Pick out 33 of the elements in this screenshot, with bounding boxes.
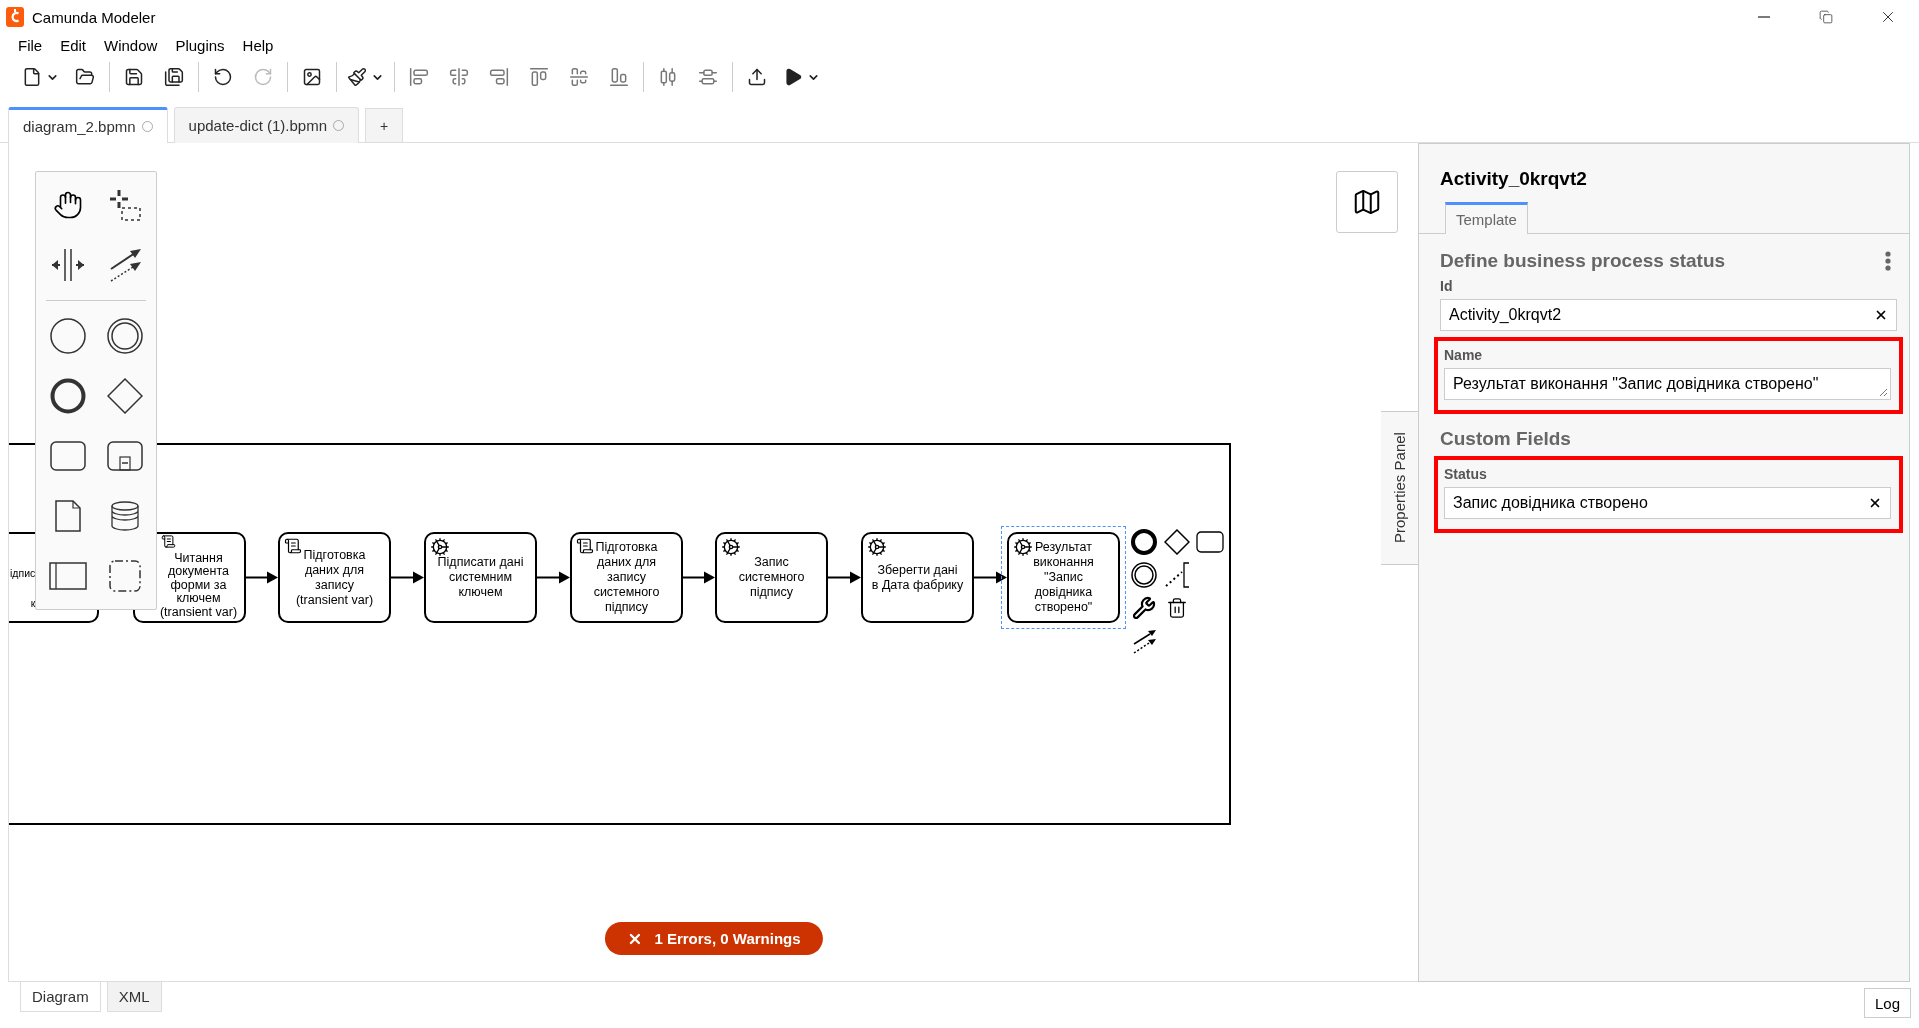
section-heading: Custom Fields	[1439, 427, 1572, 450]
field-label: Status	[1444, 466, 1488, 482]
task-label: ідпис к	[10, 566, 36, 611]
lint-errors-badge[interactable]: 1 Errors, 0 Warnings	[604, 922, 823, 955]
group-title: Define business process status	[1440, 250, 1726, 272]
file-tab[interactable]: update-dict (1).bpmn	[173, 107, 359, 143]
view-tab[interactable]: Diagram	[20, 982, 101, 1012]
field-label: Id	[1440, 278, 1454, 294]
file-tab[interactable]: diagram_2.bpmn	[8, 107, 168, 143]
task-label: Запис системного підпису	[737, 555, 806, 600]
task-label: Підготовка даних для запису (transient var)	[294, 547, 375, 608]
view-tab[interactable]: XML	[106, 982, 162, 1012]
new-tab-button[interactable]: +	[365, 108, 403, 142]
task-label: Читання документа форми за ключем (transient var)	[158, 551, 239, 620]
text-area[interactable]: Результат виконання "Запис довідника створено"	[1444, 368, 1891, 400]
element-id-title: Activity_0krqvt2	[1439, 167, 1588, 191]
input-field[interactable]: Activity_0krqvt2	[1440, 299, 1897, 331]
task-label: Підготовка даних для запису системного підпису	[592, 540, 661, 615]
input-field[interactable]: Запис довідника створено	[1444, 487, 1891, 519]
menu-item[interactable]: Plugins	[167, 36, 233, 54]
field-label: Name	[1444, 347, 1484, 363]
log-button[interactable]: Log	[1863, 988, 1911, 1018]
menu-item[interactable]: Edit	[52, 36, 95, 54]
task-label: Зберегти дані в Дата фабрику	[870, 562, 965, 593]
task-shape[interactable]: Результат виконання "Запис довідника створено"	[1001, 526, 1126, 629]
window-title: Camunda Modeler	[32, 8, 156, 26]
properties-panel-toggle[interactable]: Properties Panel	[1381, 411, 1419, 565]
task-label: Підписати дані системним ключем	[436, 555, 525, 600]
properties-tab[interactable]: Template	[1445, 202, 1528, 234]
task-label: Результат виконання "Запис довідника створено"	[1032, 540, 1095, 615]
menu-item[interactable]: Window	[96, 36, 166, 54]
menu-item[interactable]: Help	[234, 36, 282, 54]
menu-item[interactable]: File	[10, 36, 51, 54]
